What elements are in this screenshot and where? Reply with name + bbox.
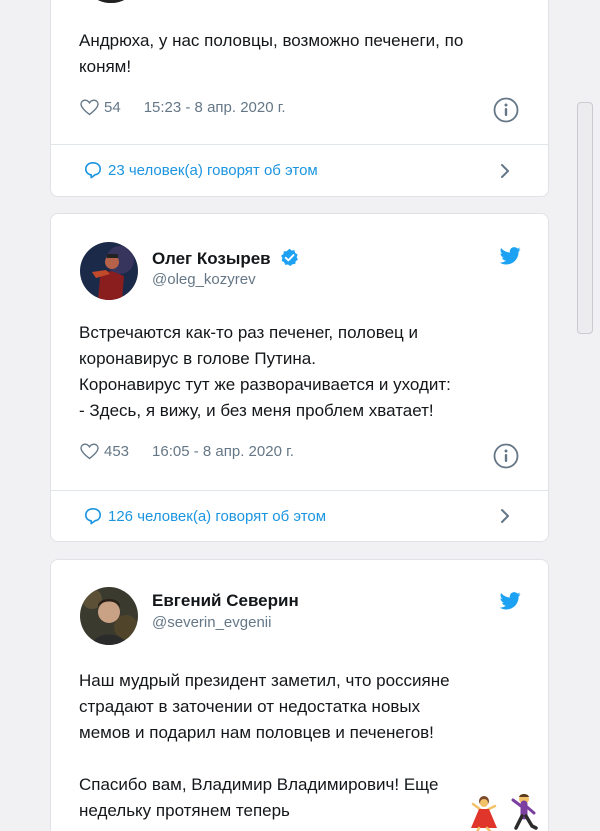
- heart-icon[interactable]: [80, 99, 99, 116]
- twitter-bird-icon[interactable]: [499, 592, 521, 610]
- page-scrollbar[interactable]: [577, 102, 593, 334]
- author-avatar[interactable]: [80, 242, 138, 300]
- tweet-card-1: Андрюха, у нас половцы, возможно печенег…: [50, 0, 549, 197]
- like-count: 453: [104, 443, 130, 460]
- verified-badge-icon: [281, 248, 299, 267]
- author-handle[interactable]: @severin_evgenii: [152, 614, 271, 631]
- card-divider: [51, 144, 548, 145]
- author-name[interactable]: Евгений Северин: [152, 591, 299, 611]
- conversation-link[interactable]: 23 человек(а) говорят об этом: [84, 161, 318, 179]
- author-name[interactable]: Олег Козырев: [152, 248, 299, 269]
- author-handle[interactable]: @oleg_kozyrev: [152, 271, 256, 288]
- conversation-link[interactable]: 126 человек(а) говорят об этом: [84, 507, 326, 525]
- tweet-timestamp[interactable]: 15:23 - 8 апр. 2020 г.: [144, 99, 286, 116]
- info-icon[interactable]: [493, 443, 519, 469]
- tweet-text: Андрюха, у нас половцы, возможно печенег…: [79, 31, 464, 76]
- twitter-bird-icon[interactable]: [499, 247, 521, 265]
- conversation-count: 126 человек(а) говорят об этом: [108, 507, 327, 525]
- tweet-card-3: Евгений Северин @severin_evgenii Наш муд…: [50, 559, 549, 831]
- tweet-text: Встречаются как-то раз печенег, половец …: [79, 323, 451, 420]
- tweet-meta: 54 15:23 - 8 апр. 2020 г.: [80, 99, 286, 116]
- card-divider: [51, 490, 548, 491]
- author-avatar[interactable]: [81, 0, 141, 3]
- tweet-card-2: Олег Козырев @oleg_kozyrev Встречаются к…: [50, 213, 549, 542]
- man-dancing-emoji: [511, 794, 538, 830]
- tweet-timestamp[interactable]: 16:05 - 8 апр. 2020 г.: [152, 443, 294, 460]
- tweet-text: Наш мудрый президент заметил, что россия…: [79, 671, 450, 820]
- tweet-meta: 453 16:05 - 8 апр. 2020 г.: [80, 443, 294, 460]
- reply-bubble-icon: [84, 161, 102, 179]
- info-icon[interactable]: [493, 97, 519, 123]
- chevron-right-icon[interactable]: [499, 508, 511, 524]
- reply-bubble-icon: [84, 507, 102, 525]
- heart-icon[interactable]: [80, 443, 99, 460]
- chevron-right-icon[interactable]: [499, 163, 511, 179]
- author-avatar[interactable]: [80, 587, 138, 645]
- like-count: 54: [104, 99, 121, 116]
- woman-dancing-emoji: [471, 796, 497, 831]
- conversation-count: 23 человек(а) говорят об этом: [108, 161, 318, 179]
